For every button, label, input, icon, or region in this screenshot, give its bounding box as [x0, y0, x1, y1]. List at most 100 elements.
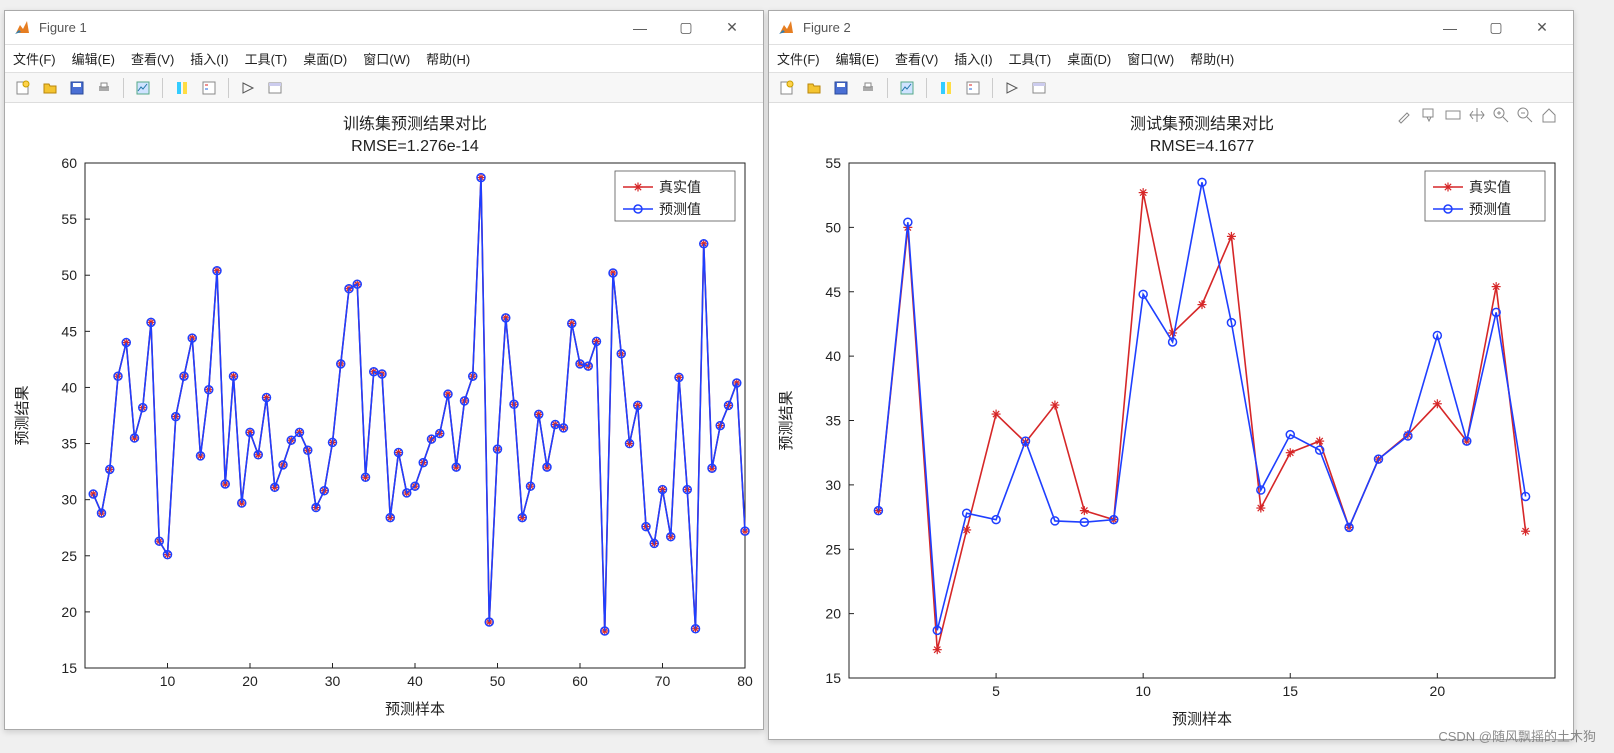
toolbar [769, 73, 1573, 103]
svg-text:30: 30 [325, 673, 341, 689]
svg-text:40: 40 [61, 379, 77, 395]
svg-text:20: 20 [1430, 683, 1446, 699]
restore-view-icon[interactable] [1539, 105, 1559, 125]
open-property-icon[interactable] [1027, 76, 1051, 100]
svg-text:35: 35 [61, 436, 77, 452]
svg-text:20: 20 [61, 604, 77, 620]
legend-icon[interactable] [961, 76, 985, 100]
open-icon[interactable] [802, 76, 826, 100]
svg-text:RMSE=1.276e-14: RMSE=1.276e-14 [351, 138, 479, 155]
svg-text:测试集预测结果对比: 测试集预测结果对比 [1130, 115, 1274, 133]
close-button[interactable]: ✕ [1519, 14, 1565, 42]
print-icon[interactable] [92, 76, 116, 100]
svg-text:预测结果: 预测结果 [14, 385, 31, 445]
svg-text:25: 25 [825, 541, 841, 557]
save-icon[interactable] [829, 76, 853, 100]
link-plot-icon[interactable] [895, 76, 919, 100]
plot-area: 5101520152025303540455055测试集预测结果对比RMSE=4… [769, 103, 1573, 739]
svg-text:训练集预测结果对比: 训练集预测结果对比 [343, 115, 487, 133]
menu-file[interactable]: 文件(F) [777, 49, 820, 68]
svg-text:25: 25 [61, 548, 77, 564]
menubar: 文件(F) 编辑(E) 查看(V) 插入(I) 工具(T) 桌面(D) 窗口(W… [769, 45, 1573, 73]
menu-insert[interactable]: 插入(I) [954, 49, 992, 68]
minimize-button[interactable]: ― [1427, 14, 1473, 42]
watermark: CSDN @随风飘摇的土木狗 [1438, 726, 1596, 745]
datatip-icon[interactable] [1419, 105, 1439, 125]
svg-text:预测结果: 预测结果 [778, 390, 795, 450]
menu-file[interactable]: 文件(F) [13, 49, 56, 68]
menu-view[interactable]: 查看(V) [895, 49, 938, 68]
svg-text:预测值: 预测值 [659, 201, 701, 217]
menu-window[interactable]: 窗口(W) [363, 49, 410, 68]
svg-text:15: 15 [825, 670, 841, 686]
svg-text:15: 15 [1282, 683, 1298, 699]
edit-plot-icon[interactable] [1000, 76, 1024, 100]
new-figure-icon[interactable] [775, 76, 799, 100]
svg-text:40: 40 [407, 673, 423, 689]
menu-window[interactable]: 窗口(W) [1127, 49, 1174, 68]
menubar: 文件(F) 编辑(E) 查看(V) 插入(I) 工具(T) 桌面(D) 窗口(W… [5, 45, 763, 73]
menu-view[interactable]: 查看(V) [131, 49, 174, 68]
svg-text:15: 15 [61, 660, 77, 676]
open-property-icon[interactable] [263, 76, 287, 100]
titlebar: Figure 2 ― ▢ ✕ [769, 11, 1573, 45]
menu-insert[interactable]: 插入(I) [190, 49, 228, 68]
svg-text:真实值: 真实值 [1469, 179, 1511, 195]
axes-toolbar[interactable] [1395, 105, 1559, 125]
titlebar: Figure 1 ― ▢ ✕ [5, 11, 763, 45]
rotate-icon[interactable] [1443, 105, 1463, 125]
print-icon[interactable] [856, 76, 880, 100]
menu-edit[interactable]: 编辑(E) [836, 49, 879, 68]
menu-help[interactable]: 帮助(H) [426, 49, 470, 68]
svg-text:预测值: 预测值 [1469, 201, 1511, 217]
svg-text:10: 10 [1135, 683, 1151, 699]
svg-text:20: 20 [825, 606, 841, 622]
svg-text:预测样本: 预测样本 [1172, 711, 1232, 728]
svg-text:40: 40 [825, 348, 841, 364]
menu-help[interactable]: 帮助(H) [1190, 49, 1234, 68]
pan-icon[interactable] [1467, 105, 1487, 125]
menu-tools[interactable]: 工具(T) [1009, 49, 1052, 68]
svg-text:RMSE=4.1677: RMSE=4.1677 [1150, 138, 1255, 155]
toolbar [5, 73, 763, 103]
minimize-button[interactable]: ― [617, 14, 663, 42]
svg-text:5: 5 [992, 683, 1000, 699]
chart-1: 102030405060708015202530354045505560训练集预… [5, 103, 765, 728]
legend-icon[interactable] [197, 76, 221, 100]
svg-text:60: 60 [572, 673, 588, 689]
svg-text:35: 35 [825, 413, 841, 429]
new-figure-icon[interactable] [11, 76, 35, 100]
figure-window-1: Figure 1 ― ▢ ✕ 文件(F) 编辑(E) 查看(V) 插入(I) 工… [4, 10, 764, 730]
svg-text:50: 50 [825, 219, 841, 235]
menu-tools[interactable]: 工具(T) [245, 49, 288, 68]
menu-desktop[interactable]: 桌面(D) [303, 49, 347, 68]
plot-area: 102030405060708015202530354045505560训练集预… [5, 103, 763, 729]
svg-text:真实值: 真实值 [659, 179, 701, 195]
save-icon[interactable] [65, 76, 89, 100]
link-plot-icon[interactable] [131, 76, 155, 100]
svg-text:55: 55 [825, 155, 841, 171]
maximize-button[interactable]: ▢ [1473, 14, 1519, 42]
zoom-in-icon[interactable] [1491, 105, 1511, 125]
svg-text:80: 80 [737, 673, 753, 689]
edit-plot-icon[interactable] [236, 76, 260, 100]
svg-text:45: 45 [61, 323, 77, 339]
zoom-out-icon[interactable] [1515, 105, 1535, 125]
svg-text:50: 50 [61, 267, 77, 283]
open-icon[interactable] [38, 76, 62, 100]
colorbar-icon[interactable] [170, 76, 194, 100]
svg-text:50: 50 [490, 673, 506, 689]
brush-icon[interactable] [1395, 105, 1415, 125]
svg-text:30: 30 [61, 492, 77, 508]
colorbar-icon[interactable] [934, 76, 958, 100]
figure-window-2: Figure 2 ― ▢ ✕ 文件(F) 编辑(E) 查看(V) 插入(I) 工… [768, 10, 1574, 740]
svg-text:70: 70 [655, 673, 671, 689]
close-button[interactable]: ✕ [709, 14, 755, 42]
svg-text:20: 20 [242, 673, 258, 689]
matlab-icon [13, 19, 31, 37]
matlab-icon [777, 19, 795, 37]
menu-desktop[interactable]: 桌面(D) [1067, 49, 1111, 68]
maximize-button[interactable]: ▢ [663, 14, 709, 42]
svg-text:45: 45 [825, 284, 841, 300]
menu-edit[interactable]: 编辑(E) [72, 49, 115, 68]
